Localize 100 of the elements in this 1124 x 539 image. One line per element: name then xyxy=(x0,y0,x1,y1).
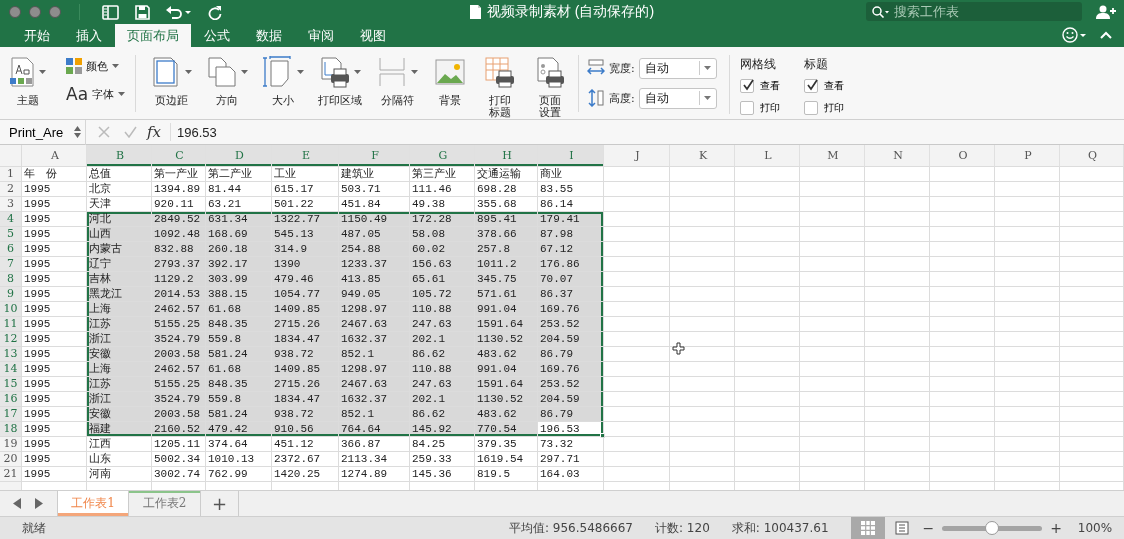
column-header[interactable]: E xyxy=(272,145,339,167)
column-header[interactable]: F xyxy=(339,145,410,167)
redo-icon[interactable] xyxy=(208,4,222,20)
ribbon-tab[interactable]: 公式 xyxy=(191,24,243,47)
stepper-icon xyxy=(74,126,81,138)
checkbox[interactable]: 打印 xyxy=(803,98,844,117)
sidebar-icon[interactable] xyxy=(102,4,119,20)
colors-button[interactable]: 颜色 xyxy=(62,55,130,77)
row-number[interactable]: 7 xyxy=(0,257,22,272)
row-number[interactable]: 16 xyxy=(0,392,22,407)
row-number[interactable]: 9 xyxy=(0,287,22,302)
row-number[interactable]: 4 xyxy=(0,212,22,227)
column-header[interactable]: L xyxy=(735,145,800,167)
ribbon-tab[interactable]: 开始 xyxy=(11,24,63,47)
table-cell: 1150.49 xyxy=(339,212,410,227)
column-header[interactable]: H xyxy=(475,145,538,167)
ribbon-tab[interactable]: 审阅 xyxy=(295,24,347,47)
row-number[interactable]: 10 xyxy=(0,302,22,317)
table-cell xyxy=(930,317,995,332)
checkbox[interactable]: 打印 xyxy=(739,98,780,117)
row-number[interactable]: 8 xyxy=(0,272,22,287)
table-cell xyxy=(604,182,670,197)
row-number[interactable]: 1 xyxy=(0,167,22,182)
column-header[interactable]: D xyxy=(206,145,272,167)
previous-sheet-icon[interactable] xyxy=(13,498,21,509)
row-number[interactable]: 11 xyxy=(0,317,22,332)
search-icon[interactable] xyxy=(872,6,890,18)
row-number[interactable]: 18 xyxy=(0,422,22,437)
ribbon-tab[interactable]: 视图 xyxy=(347,24,399,47)
ribbon-tab[interactable]: 页面布局 xyxy=(115,24,191,47)
ribbon-button[interactable]: 大小 xyxy=(258,55,309,107)
ribbon-button[interactable]: 背景 xyxy=(428,55,473,107)
search-field[interactable]: 搜索工作表 xyxy=(866,2,1082,21)
column-header[interactable]: C xyxy=(152,145,206,167)
row-number[interactable]: 14 xyxy=(0,362,22,377)
ribbon-tab[interactable]: 插入 xyxy=(63,24,115,47)
table-cell xyxy=(604,257,670,272)
column-header[interactable]: A xyxy=(22,145,87,167)
function-button[interactable]: fx xyxy=(147,123,171,141)
table-cell: 571.61 xyxy=(475,287,538,302)
ribbon-button[interactable]: 方向 xyxy=(202,55,253,107)
pages-icon xyxy=(206,56,239,88)
table-cell: 991.04 xyxy=(475,302,538,317)
zoom-out-button[interactable]: − xyxy=(918,520,939,536)
table-cell: 1409.85 xyxy=(272,362,339,377)
table-cell: 1632.37 xyxy=(339,392,410,407)
row-number[interactable]: 17 xyxy=(0,407,22,422)
column-header[interactable]: N xyxy=(865,145,930,167)
row-number[interactable]: 15 xyxy=(0,377,22,392)
dropdown-field[interactable]: 自动 xyxy=(638,87,717,109)
column-header[interactable]: P xyxy=(995,145,1060,167)
ribbon-button[interactable]: 打印标题 xyxy=(478,55,523,119)
row-number[interactable]: 21 xyxy=(0,467,22,482)
name-box[interactable]: Print_Are xyxy=(0,119,86,145)
column-header[interactable]: O xyxy=(930,145,995,167)
add-user-icon[interactable] xyxy=(1096,5,1116,19)
table-cell: 204.59 xyxy=(538,332,604,347)
row-number[interactable]: 20 xyxy=(0,452,22,467)
fonts-button[interactable]: Aa 字体 xyxy=(62,83,130,105)
save-icon[interactable] xyxy=(135,4,150,20)
ribbon-button[interactable]: 打印区域 xyxy=(314,55,367,107)
table-cell: 479.46 xyxy=(272,272,339,287)
zoom-in-button[interactable]: + xyxy=(1046,520,1066,536)
table-cell xyxy=(604,197,670,212)
formula-field[interactable]: 196.53 xyxy=(177,124,217,140)
checkbox[interactable]: 查看 xyxy=(739,76,780,95)
fill-handle[interactable] xyxy=(600,433,605,438)
table-cell: 交通运输 xyxy=(475,167,538,182)
ribbon-button[interactable]: 页边距 xyxy=(146,55,197,107)
undo-icon[interactable] xyxy=(166,5,192,19)
column-header[interactable]: I xyxy=(538,145,604,167)
theme-button[interactable]: 主题 xyxy=(6,55,50,107)
table-cell xyxy=(604,287,670,302)
next-sheet-icon[interactable] xyxy=(35,498,43,509)
column-header[interactable]: K xyxy=(670,145,735,167)
column-header[interactable]: Q xyxy=(1060,145,1124,167)
smiley-icon[interactable] xyxy=(1062,27,1086,43)
column-header[interactable]: M xyxy=(800,145,865,167)
slider-thumb[interactable] xyxy=(985,520,1000,535)
column-header[interactable]: G xyxy=(410,145,475,167)
column-header[interactable]: J xyxy=(604,145,670,167)
row-number[interactable]: 13 xyxy=(0,347,22,362)
ribbon-button[interactable]: 页面设置 xyxy=(528,55,573,119)
dropdown-field[interactable]: 自动 xyxy=(638,57,717,79)
row-number[interactable]: 6 xyxy=(0,242,22,257)
sheet-tab[interactable]: 工作表2 xyxy=(129,491,201,516)
table-cell xyxy=(865,377,930,392)
collapse-icon[interactable] xyxy=(1100,31,1112,39)
row-number[interactable]: 2 xyxy=(0,182,22,197)
row-number[interactable]: 5 xyxy=(0,227,22,242)
checkbox[interactable]: 查看 xyxy=(803,76,844,95)
table-cell: 314.9 xyxy=(272,242,339,257)
ribbon-tab[interactable]: 数据 xyxy=(243,24,295,47)
row-number[interactable]: 3 xyxy=(0,197,22,212)
column-header[interactable]: B xyxy=(87,145,152,167)
table-cell xyxy=(1060,302,1124,317)
ribbon-button[interactable]: 分隔符 xyxy=(372,55,423,107)
add-sheet-button[interactable]: + xyxy=(201,491,239,516)
row-number[interactable]: 12 xyxy=(0,332,22,347)
row-number[interactable]: 19 xyxy=(0,437,22,452)
